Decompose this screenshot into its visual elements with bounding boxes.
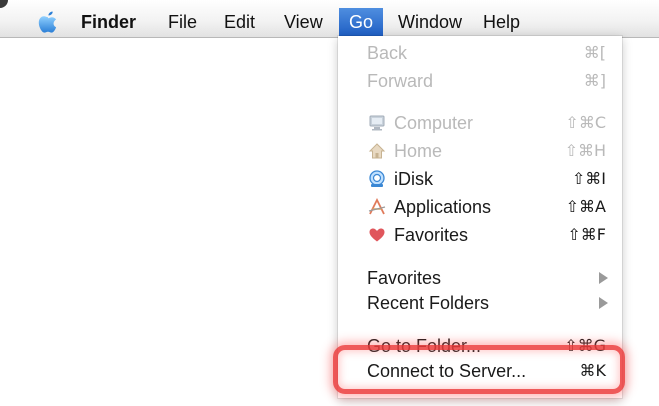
menubar-finder[interactable]: Finder: [75, 8, 142, 36]
menu-item-label: Computer: [394, 113, 474, 133]
menu-item-back[interactable]: Back ⌘[: [338, 40, 622, 66]
menubar-window[interactable]: Window: [392, 8, 468, 36]
menubar-go[interactable]: Go: [339, 8, 384, 36]
menu-item-shortcut: ⇧⌘A: [565, 197, 606, 216]
menu-item-label: Favorites: [367, 268, 442, 288]
menu-item-shortcut: ⇧⌘H: [564, 141, 606, 160]
menu-item-label: Connect to Server...: [367, 361, 527, 381]
menu-item-shortcut: ⇧⌘G: [564, 336, 606, 355]
menu-item-shortcut: ⇧⌘I: [571, 169, 606, 188]
submenu-arrow-icon: [599, 272, 608, 284]
menu-item-recent-folders[interactable]: Recent Folders: [338, 290, 622, 316]
menu-item-go-to-folder[interactable]: Go to Folder... ⇧⌘G: [338, 333, 622, 359]
menu-item-label: Home: [394, 141, 443, 161]
menu-item-shortcut: ⇧⌘C: [565, 113, 606, 132]
apple-logo-icon[interactable]: [37, 10, 59, 34]
menu-item-applications[interactable]: Applications ⇧⌘A: [338, 194, 622, 220]
menu-item-favorites-folder[interactable]: Favorites ⇧⌘F: [338, 222, 622, 248]
menu-item-favorites-submenu[interactable]: Favorites: [338, 265, 622, 291]
menu-item-shortcut: ⌘K: [579, 361, 607, 380]
home-icon: [368, 143, 386, 159]
menu-bar: Finder File Edit View Go Window Help: [0, 0, 659, 38]
menu-item-label: Recent Folders: [367, 293, 490, 313]
menu-item-connect-to-server[interactable]: Connect to Server... ⌘K: [338, 358, 622, 384]
menubar-file[interactable]: File: [162, 8, 203, 36]
menubar-edit[interactable]: Edit: [218, 8, 261, 36]
menubar-help[interactable]: Help: [477, 8, 526, 36]
menu-item-computer[interactable]: Computer ⇧⌘C: [338, 110, 622, 136]
go-menu-dropdown: Back ⌘[ Forward ⌘] Computer ⇧⌘C Home ⇧⌘H…: [338, 36, 622, 398]
menu-item-label: Go to Folder...: [367, 336, 482, 356]
screen-corner: [0, 0, 8, 8]
menubar-view[interactable]: View: [278, 8, 329, 36]
menu-item-shortcut: ⇧⌘F: [567, 225, 606, 244]
computer-icon: [369, 115, 385, 131]
menu-item-label: Back: [367, 43, 408, 63]
menu-item-label: Forward: [367, 71, 434, 91]
favorites-heart-icon: [369, 228, 385, 242]
idisk-icon: [369, 170, 385, 187]
menu-item-forward[interactable]: Forward ⌘]: [338, 68, 622, 94]
menu-item-label: Favorites: [394, 225, 469, 245]
menu-item-shortcut: ⌘]: [583, 71, 606, 90]
menu-item-shortcut: ⌘[: [583, 43, 606, 62]
menu-item-label: iDisk: [394, 169, 433, 189]
menu-item-home[interactable]: Home ⇧⌘H: [338, 138, 622, 164]
submenu-arrow-icon: [599, 297, 608, 309]
applications-icon: [368, 198, 386, 215]
menu-item-label: Applications: [394, 197, 492, 217]
menu-item-idisk[interactable]: iDisk ⇧⌘I: [338, 166, 622, 192]
